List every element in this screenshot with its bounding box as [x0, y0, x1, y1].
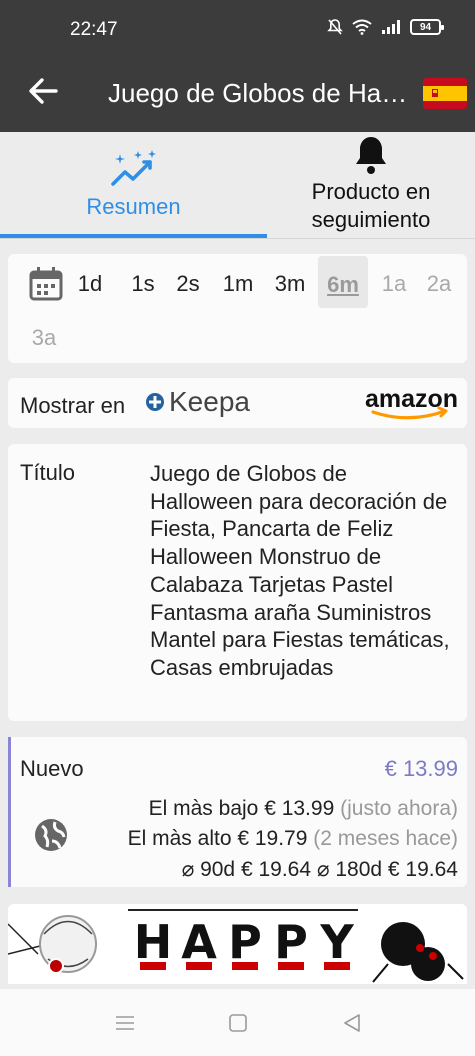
range-button-3m[interactable]: 3m	[268, 268, 312, 308]
back-triangle-icon[interactable]	[340, 1011, 364, 1035]
banner-letter: P	[274, 915, 308, 969]
home-square-icon[interactable]	[226, 1011, 250, 1035]
bell-icon	[356, 137, 386, 174]
range-button-2a[interactable]: 2a	[418, 268, 460, 308]
avg180-label: ⌀ 180d	[316, 858, 383, 881]
calendar-icon	[29, 267, 63, 301]
banner-drip	[324, 962, 350, 970]
tab-tracking-label: Producto en seguimiento	[311, 179, 431, 232]
tab-summary[interactable]: Resumen	[0, 132, 267, 239]
banner-drip	[140, 962, 166, 970]
tab-tracking[interactable]: Producto en seguimiento	[267, 132, 475, 239]
banner-drip	[186, 962, 212, 970]
title-label: Título	[20, 460, 76, 485]
range-button-2s[interactable]: 2s	[168, 268, 208, 308]
avg180-value: € 19.64	[387, 858, 458, 881]
source-row: Mostrar en Keepa amazon	[8, 378, 467, 428]
banner-letter: H	[134, 915, 173, 969]
keepa-link[interactable]: Keepa	[145, 386, 250, 418]
banner-letter: Y	[319, 915, 354, 969]
globe-icon	[35, 819, 67, 851]
banner-drip	[232, 962, 258, 970]
back-arrow-icon[interactable]	[26, 74, 60, 108]
mute-bell-icon	[327, 19, 343, 35]
condition-label: Nuevo	[20, 756, 84, 781]
status-time: 22:47	[70, 19, 118, 40]
product-image[interactable]: HAPPY	[8, 904, 467, 984]
lowest-row: El màs bajo € 13.99 (justo ahora)	[149, 797, 458, 821]
sparkle-chart-icon	[110, 150, 156, 186]
tab-indicator	[0, 234, 267, 238]
avg90-value: € 19.64	[240, 858, 312, 881]
highest-row: El màs alto € 19.79 (2 meses hace)	[128, 827, 458, 851]
banner-drip	[278, 962, 304, 970]
range-button-6m[interactable]: 6m	[318, 256, 368, 308]
tab-bar: Resumen Producto en seguimiento	[0, 132, 475, 239]
keepa-logo-icon	[146, 393, 164, 411]
average-row: ⌀ 90d € 19.64 ⌀ 180d € 19.64	[182, 857, 458, 882]
page-title: Juego de Globos de Ha…	[108, 78, 408, 108]
highest-value: € 19.79	[237, 827, 308, 850]
battery-level: 94	[419, 21, 432, 33]
current-price: € 13.99	[384, 756, 458, 781]
highest-label: El màs alto	[127, 827, 232, 850]
spain-flag-icon[interactable]	[423, 78, 467, 109]
range-selector: 1d 1s 2s 1m 3m 6m 1a 2a 3a	[8, 254, 467, 363]
tab-summary-label: Resumen	[86, 194, 181, 219]
lowest-label: El màs bajo	[148, 797, 259, 820]
menu-icon[interactable]	[113, 1011, 137, 1035]
status-icons: 94	[327, 18, 444, 36]
banner-letter: A	[181, 915, 217, 969]
signal-icon	[382, 20, 400, 34]
title-card: Título Juego de Globos de Halloween para…	[8, 444, 467, 721]
avg90-label: ⌀ 90d	[181, 858, 236, 881]
wifi-icon	[352, 19, 372, 35]
keepa-label: Keepa	[169, 386, 250, 417]
product-title: Juego de Globos de Halloween para decora…	[150, 461, 450, 680]
battery-icon: 94	[410, 19, 444, 35]
status-bar: 22:47 94	[0, 0, 475, 58]
range-button-1a[interactable]: 1a	[370, 268, 418, 308]
app-bar: Juego de Globos de Ha…	[0, 58, 475, 132]
price-card[interactable]: Nuevo € 13.99 El màs bajo € 13.99 (justo…	[8, 737, 467, 887]
range-button-1d[interactable]: 1d	[72, 268, 108, 308]
highest-when: (2 meses hace)	[313, 827, 458, 850]
range-button-1m[interactable]: 1m	[214, 268, 262, 308]
show-in-label: Mostrar en	[20, 393, 126, 418]
system-nav-bar	[0, 989, 475, 1056]
range-button-1s[interactable]: 1s	[122, 268, 164, 308]
amazon-logo[interactable]: amazon	[365, 384, 457, 420]
halloween-banner-image: HAPPY	[8, 904, 467, 984]
lowest-value: € 13.99	[264, 797, 335, 820]
banner-letter: P	[228, 915, 262, 969]
range-button-3a[interactable]: 3a	[24, 322, 64, 362]
lowest-when: (justo ahora)	[340, 797, 458, 820]
